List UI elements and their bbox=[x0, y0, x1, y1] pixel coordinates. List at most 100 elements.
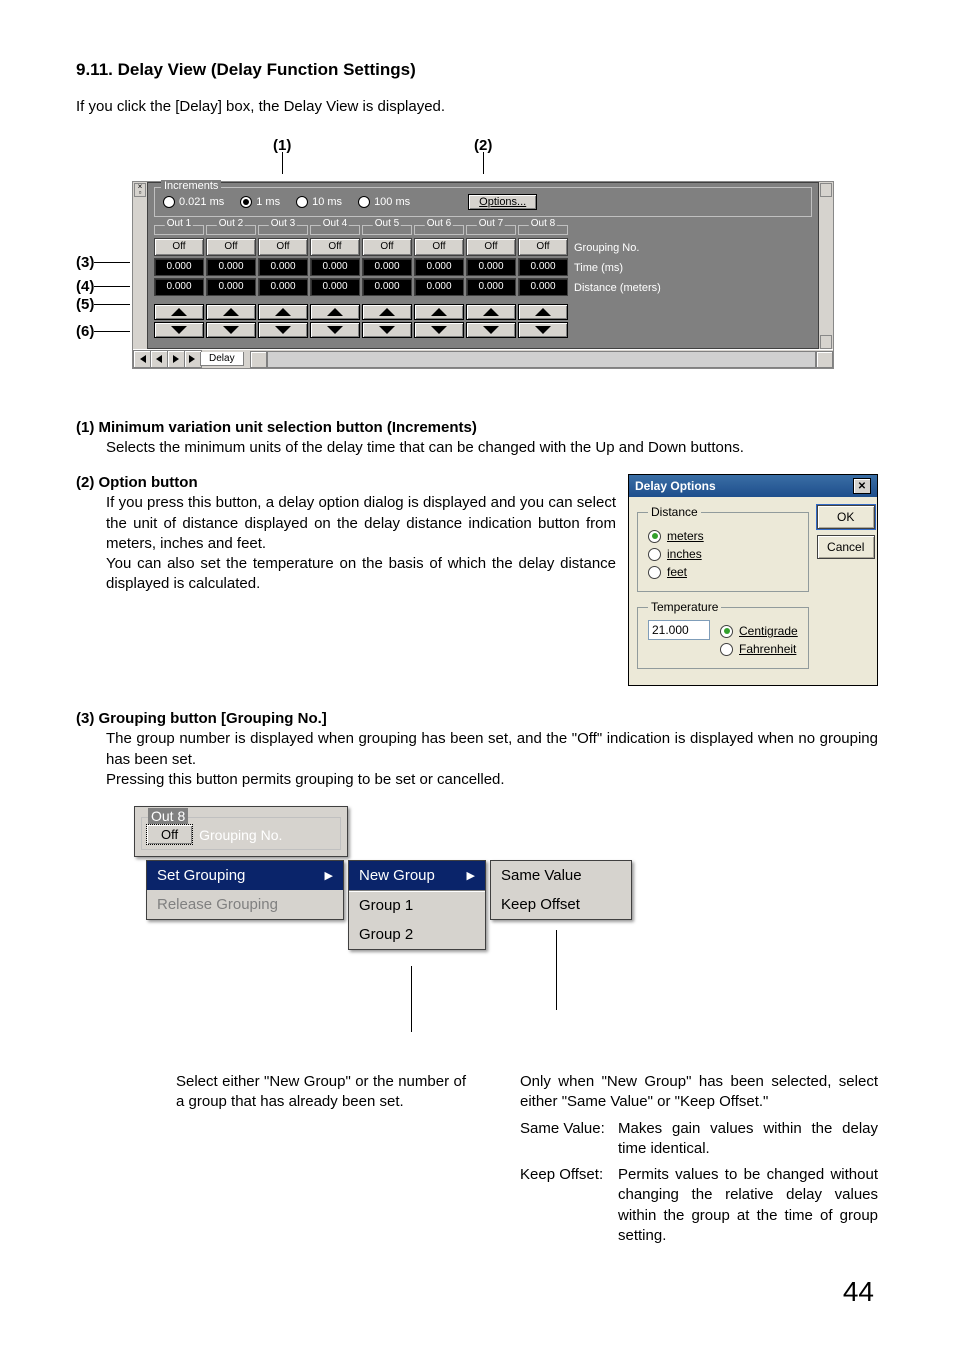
options-button[interactable]: Options... bbox=[468, 194, 537, 210]
delay-view-figure: (1) (2) (3) (4) (5) (6) ×▫ bbox=[76, 137, 878, 369]
temp-option-centigrade[interactable]: Centigrade bbox=[720, 624, 798, 638]
distance-option-feet[interactable]: feet bbox=[648, 565, 798, 579]
delay-view-window: ×▫ Increments 0.021 ms 1 ms 10 ms bbox=[132, 181, 834, 369]
dock-handle[interactable]: ×▫ bbox=[134, 183, 146, 197]
increment-option-1[interactable]: 1 ms bbox=[240, 196, 280, 208]
increment-option-2[interactable]: 10 ms bbox=[296, 196, 342, 208]
tab-nav-first[interactable] bbox=[133, 350, 151, 368]
kv-val-1: Permits values to be changed without cha… bbox=[618, 1165, 878, 1246]
distance-value-6: 0.000 bbox=[414, 278, 464, 296]
time-value-7: 0.000 bbox=[466, 258, 516, 276]
context-menu-1: Set Grouping ▶ Release Grouping bbox=[146, 860, 344, 920]
grouping-button-2[interactable]: Off bbox=[206, 238, 256, 256]
annot-left-text: Select either "New Group" or the number … bbox=[176, 1072, 466, 1113]
menu-group-2[interactable]: Group 2 bbox=[349, 920, 485, 949]
time-value-1: 0.000 bbox=[154, 258, 204, 276]
distance-value-3: 0.000 bbox=[258, 278, 308, 296]
grouping-context-figure: Out 8 Off Grouping No. Set Grouping ▶ Re… bbox=[106, 806, 878, 1066]
grouping-button-5[interactable]: Off bbox=[362, 238, 412, 256]
row-label-distance: Distance (meters) bbox=[574, 282, 661, 294]
out-label-4: Out 4 bbox=[321, 218, 349, 229]
delay-down-1[interactable] bbox=[154, 322, 204, 338]
item2-body-2: You can also set the temperature on the … bbox=[106, 554, 616, 595]
delay-down-3[interactable] bbox=[258, 322, 308, 338]
callout-4: (4) bbox=[76, 278, 94, 295]
tab-nav-prev[interactable] bbox=[150, 350, 168, 368]
menu-new-group[interactable]: New Group ▶ bbox=[349, 861, 485, 890]
delay-down-7[interactable] bbox=[466, 322, 516, 338]
distance-option-inches[interactable]: inches bbox=[648, 547, 798, 561]
menu-release-grouping[interactable]: Release Grouping bbox=[147, 890, 343, 919]
out-label-1: Out 1 bbox=[165, 218, 193, 229]
scrollbar-down[interactable] bbox=[820, 335, 832, 349]
distance-value-4: 0.000 bbox=[310, 278, 360, 296]
time-value-5: 0.000 bbox=[362, 258, 412, 276]
hscroll-right[interactable] bbox=[816, 351, 833, 368]
out-label-5: Out 5 bbox=[373, 218, 401, 229]
distance-label-inches: inches bbox=[667, 547, 702, 561]
delay-up-4[interactable] bbox=[310, 304, 360, 320]
scrollbar-up[interactable] bbox=[820, 183, 832, 197]
ok-button[interactable]: OK bbox=[817, 505, 875, 529]
increment-option-0[interactable]: 0.021 ms bbox=[163, 196, 224, 208]
tab-delay[interactable]: Delay bbox=[200, 352, 244, 366]
menu-group-1[interactable]: Group 1 bbox=[349, 891, 485, 920]
time-value-6: 0.000 bbox=[414, 258, 464, 276]
page-number: 44 bbox=[76, 1276, 878, 1308]
callout-6: (6) bbox=[76, 323, 94, 340]
delay-up-3[interactable] bbox=[258, 304, 308, 320]
delay-up-7[interactable] bbox=[466, 304, 516, 320]
grouping-button-4[interactable]: Off bbox=[310, 238, 360, 256]
distance-value-7: 0.000 bbox=[466, 278, 516, 296]
distance-option-meters[interactable]: meters bbox=[648, 529, 798, 543]
out-label-6: Out 6 bbox=[425, 218, 453, 229]
cancel-button[interactable]: Cancel bbox=[817, 535, 875, 559]
hscroll-left[interactable] bbox=[250, 351, 267, 368]
dialog-close-button[interactable]: ✕ bbox=[853, 478, 871, 494]
time-value-2: 0.000 bbox=[206, 258, 256, 276]
increment-label-0: 0.021 ms bbox=[179, 196, 224, 208]
menu-same-value[interactable]: Same Value bbox=[491, 861, 631, 890]
row-label-grouping: Grouping No. bbox=[574, 242, 639, 254]
out8-off-button[interactable]: Off bbox=[146, 824, 193, 845]
temperature-legend: Temperature bbox=[648, 600, 721, 614]
out-label-7: Out 7 bbox=[477, 218, 505, 229]
kv-key-0: Same Value: bbox=[520, 1119, 612, 1160]
item2-heading: (2) Option button bbox=[76, 474, 616, 491]
grouping-button-6[interactable]: Off bbox=[414, 238, 464, 256]
delay-down-8[interactable] bbox=[518, 322, 568, 338]
grouping-button-3[interactable]: Off bbox=[258, 238, 308, 256]
item3-heading: (3) Grouping button [Grouping No.] bbox=[76, 710, 878, 727]
row-label-time: Time (ms) bbox=[574, 262, 623, 274]
delay-up-6[interactable] bbox=[414, 304, 464, 320]
delay-up-1[interactable] bbox=[154, 304, 204, 320]
menu-group-2-label: Group 2 bbox=[359, 926, 413, 943]
kv-val-0: Makes gain values within the delay time … bbox=[618, 1119, 878, 1160]
time-value-8: 0.000 bbox=[518, 258, 568, 276]
kv-key-1: Keep Offset: bbox=[520, 1165, 612, 1246]
delay-options-dialog: Delay Options ✕ Distance meters inches bbox=[628, 474, 878, 686]
temperature-input[interactable]: 21.000 bbox=[648, 620, 710, 640]
delay-down-5[interactable] bbox=[362, 322, 412, 338]
submenu-arrow-icon: ▶ bbox=[325, 869, 333, 882]
item3-body-1: The group number is displayed when group… bbox=[106, 729, 878, 770]
time-value-3: 0.000 bbox=[258, 258, 308, 276]
delay-down-6[interactable] bbox=[414, 322, 464, 338]
delay-down-4[interactable] bbox=[310, 322, 360, 338]
delay-up-5[interactable] bbox=[362, 304, 412, 320]
menu-set-grouping[interactable]: Set Grouping ▶ bbox=[147, 861, 343, 890]
callout-5: (5) bbox=[76, 296, 94, 313]
delay-up-8[interactable] bbox=[518, 304, 568, 320]
menu-keep-offset[interactable]: Keep Offset bbox=[491, 890, 631, 919]
annot-right-intro: Only when "New Group" has been selected,… bbox=[520, 1072, 878, 1113]
hscroll-track[interactable] bbox=[267, 351, 816, 368]
distance-value-8: 0.000 bbox=[518, 278, 568, 296]
delay-up-2[interactable] bbox=[206, 304, 256, 320]
grouping-button-7[interactable]: Off bbox=[466, 238, 516, 256]
grouping-button-8[interactable]: Off bbox=[518, 238, 568, 256]
increment-option-3[interactable]: 100 ms bbox=[358, 196, 410, 208]
temp-option-fahrenheit[interactable]: Fahrenheit bbox=[720, 642, 798, 656]
delay-down-2[interactable] bbox=[206, 322, 256, 338]
grouping-button-1[interactable]: Off bbox=[154, 238, 204, 256]
tab-nav-next[interactable] bbox=[167, 350, 185, 368]
